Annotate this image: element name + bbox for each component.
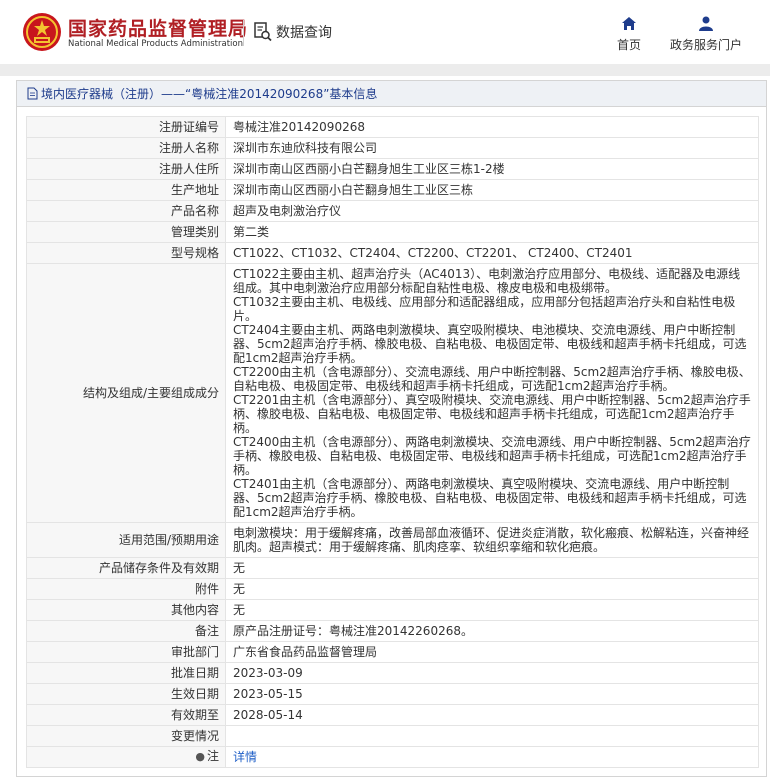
table-row: 生产地址 深圳市南山区西丽小白芒翻身旭生工业区三栋 <box>26 179 759 201</box>
row-key: 型号规格 <box>26 242 226 264</box>
row-key: 审批部门 <box>26 641 226 663</box>
panel-title: 境内医疗器械（注册）——“粤械注准20142090268”基本信息 <box>17 81 766 107</box>
row-key: 产品名称 <box>26 200 226 222</box>
table-row: 生效日期 2023-05-15 <box>26 683 759 705</box>
row-value: 电刺激模块：用于缓解疼痛，改善局部血液循环、促进炎症消散，软化瘢痕、松解粘连，兴… <box>225 522 759 558</box>
row-value: CT1022主要由主机、超声治疗头（AC4013）、电刺激治疗应用部分、电极线、… <box>225 263 759 523</box>
row-value: 无 <box>225 557 759 579</box>
row-key: 结构及组成/主要组成成分 <box>26 263 226 523</box>
row-value: 第二类 <box>225 221 759 243</box>
row-key: 附件 <box>26 578 226 600</box>
table-row: 审批部门 广东省食品药品监督管理局 <box>26 641 759 663</box>
nav-gov-label: 政务服务门户 <box>669 38 742 52</box>
search-document-icon <box>254 22 272 42</box>
data-query-label: 数据查询 <box>276 25 332 41</box>
row-value: 广东省食品药品监督管理局 <box>225 641 759 663</box>
table-row: 附件 无 <box>26 578 759 600</box>
site-header: 国家药品监督管理局 National Medical Products Admi… <box>0 0 770 70</box>
table-row: 备注 原产品注册证号：粤械注准20142260268。 <box>26 620 759 642</box>
row-value: 无 <box>225 599 759 621</box>
row-key: 注册证编号 <box>26 116 226 138</box>
table-row: 注册证编号 粤械注准20142090268 <box>26 116 759 138</box>
lightbulb-icon: ● <box>195 750 205 763</box>
row-value: CT1022、CT1032、CT2404、CT2200、CT2201、 CT24… <box>225 242 759 264</box>
table-row: 注册人住所 深圳市南山区西丽小白芒翻身旭生工业区三栋1-2楼 <box>26 158 759 180</box>
table-row: 管理类别 第二类 <box>26 221 759 243</box>
brand-name-en: National Medical Products Administration <box>68 39 243 49</box>
table-row: 结构及组成/主要组成成分 CT1022主要由主机、超声治疗头（AC4013）、电… <box>26 263 759 523</box>
row-key: 有效期至 <box>26 704 226 726</box>
row-key: 备注 <box>26 620 226 642</box>
row-value: 2028-05-14 <box>225 704 759 726</box>
brand-name-cn: 国家药品监督管理局 <box>68 18 249 40</box>
row-value: 深圳市南山区西丽小白芒翻身旭生工业区三栋1-2楼 <box>225 158 759 180</box>
row-key: 管理类别 <box>26 221 226 243</box>
nav-gov-portal[interactable]: 政务服务门户 <box>666 16 746 53</box>
table-row: 型号规格 CT1022、CT1032、CT2404、CT2200、CT2201、… <box>26 242 759 264</box>
table-row: 变更情况 <box>26 725 759 747</box>
nav-home[interactable]: 首页 <box>612 16 646 53</box>
row-key: 注册人住所 <box>26 158 226 180</box>
header-separator-band <box>0 64 770 76</box>
national-emblem-icon <box>23 13 61 51</box>
row-value: 2023-03-09 <box>225 662 759 684</box>
row-key: 生产地址 <box>26 179 226 201</box>
table-row: 适用范围/预期用途 电刺激模块：用于缓解疼痛，改善局部血液循环、促进炎症消散，软… <box>26 522 759 558</box>
row-key: 注 <box>206 749 219 763</box>
row-value: 深圳市东迪欣科技有限公司 <box>225 137 759 159</box>
panel-title-text: 境内医疗器械（注册）——“粤械注准20142090268”基本信息 <box>41 87 378 101</box>
table-row: 批准日期 2023-03-09 <box>26 662 759 684</box>
row-key: 批准日期 <box>26 662 226 684</box>
home-icon <box>622 17 636 30</box>
details-link[interactable]: 详情 <box>233 750 257 764</box>
document-icon <box>27 87 38 100</box>
user-icon <box>699 16 713 31</box>
row-value <box>225 725 759 747</box>
row-key: 变更情况 <box>26 725 226 747</box>
table-row: 产品储存条件及有效期 无 <box>26 557 759 579</box>
row-key: 适用范围/预期用途 <box>26 522 226 558</box>
row-value: 粤械注准20142090268 <box>225 116 759 138</box>
row-value: 无 <box>225 578 759 600</box>
data-query-link[interactable]: 数据查询 <box>254 22 332 42</box>
row-key: 产品储存条件及有效期 <box>26 557 226 579</box>
row-key: 生效日期 <box>26 683 226 705</box>
detail-panel: 境内医疗器械（注册）——“粤械注准20142090268”基本信息 注册证编号 … <box>16 80 767 777</box>
table-row: ● 注 详情 <box>26 745 759 768</box>
row-key: 注册人名称 <box>26 137 226 159</box>
table-row: 有效期至 2028-05-14 <box>26 704 759 726</box>
table-row: 其他内容 无 <box>26 599 759 621</box>
note-key-cell: ● 注 <box>26 745 226 768</box>
nav-home-label: 首页 <box>616 38 641 52</box>
row-value: 2023-05-15 <box>225 683 759 705</box>
row-key: 其他内容 <box>26 599 226 621</box>
info-table: 注册证编号 粤械注准20142090268 注册人名称 深圳市东迪欣科技有限公司… <box>26 116 759 768</box>
table-row: 注册人名称 深圳市东迪欣科技有限公司 <box>26 137 759 159</box>
table-row: 产品名称 超声及电刺激治疗仪 <box>26 200 759 222</box>
row-value: 深圳市南山区西丽小白芒翻身旭生工业区三栋 <box>225 179 759 201</box>
row-value: 原产品注册证号：粤械注准20142260268。 <box>225 620 759 642</box>
row-value: 超声及电刺激治疗仪 <box>225 200 759 222</box>
header-divider <box>243 20 244 46</box>
details-cell: 详情 <box>225 745 759 768</box>
